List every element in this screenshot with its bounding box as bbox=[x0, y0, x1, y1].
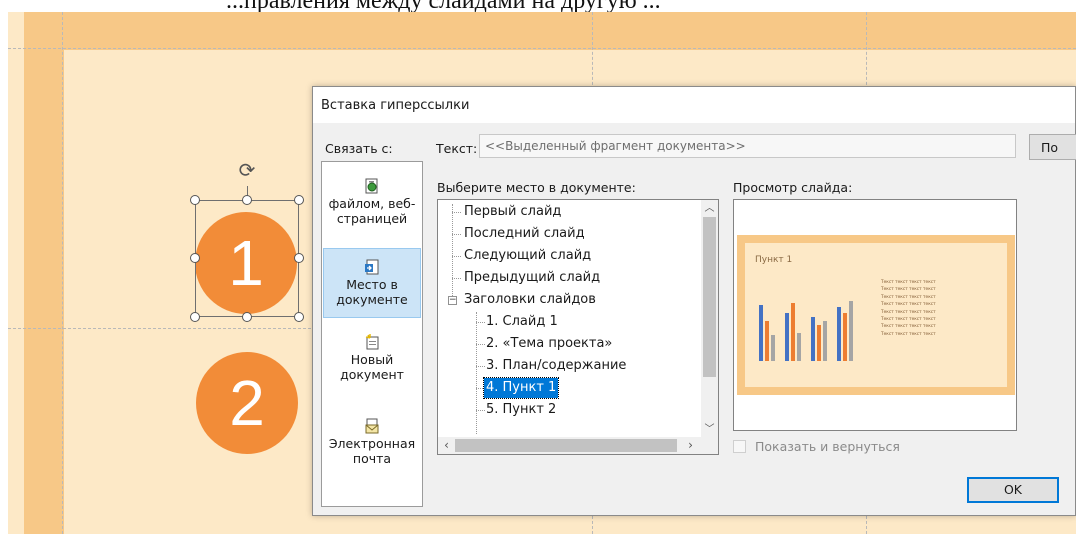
link-option-place-in-document[interactable]: Место в документе bbox=[323, 248, 421, 318]
link-option-email-label: Электронная почта bbox=[328, 436, 416, 466]
preview-slide-thumbnail: Пункт 1 Текст текст текст текст Текст те… bbox=[737, 235, 1015, 395]
link-option-email[interactable]: Электронная почта bbox=[323, 416, 421, 480]
preview-chart-bar bbox=[797, 333, 801, 361]
tree-item-slide-3[interactable]: 3. План/содержание bbox=[484, 356, 628, 376]
email-icon bbox=[365, 418, 379, 434]
dialog-title: Вставка гиперссылки bbox=[321, 98, 470, 113]
slide-preview-label: Просмотр слайда: bbox=[733, 180, 853, 195]
link-option-new-document[interactable]: Новый документ bbox=[323, 332, 421, 392]
insert-hyperlink-dialog: Вставка гиперссылки Связать с: Текст: <<… bbox=[312, 86, 1076, 516]
show-and-return-checkbox[interactable] bbox=[733, 440, 746, 453]
preview-chart-bar bbox=[849, 301, 853, 361]
preview-text-line: Текст текст текст текст bbox=[881, 302, 936, 308]
tree-item-slide-5[interactable]: 5. Пункт 2 bbox=[484, 400, 558, 420]
preview-text-line: Текст текст текст текст bbox=[881, 287, 936, 293]
resize-handle-ne[interactable] bbox=[294, 195, 304, 205]
tree-item-next-slide[interactable]: Следующий слайд bbox=[462, 246, 593, 266]
resize-handle-e[interactable] bbox=[294, 253, 304, 263]
preview-text-line: Текст текст текст текст bbox=[881, 324, 936, 330]
link-option-place-label: Место в документе bbox=[336, 277, 408, 307]
scroll-down-icon[interactable]: ﹀ bbox=[701, 421, 718, 438]
tree-connector bbox=[452, 234, 461, 235]
resize-handle-se[interactable] bbox=[294, 312, 304, 322]
tree-connector bbox=[452, 256, 461, 257]
preview-chart-bar bbox=[791, 303, 795, 361]
tree-connector bbox=[452, 204, 453, 304]
text-to-display-input[interactable]: <<Выделенный фрагмент документа>> bbox=[479, 134, 1016, 158]
preview-text-line: Текст текст текст текст bbox=[881, 280, 936, 285]
resize-handle-sw[interactable] bbox=[190, 312, 200, 322]
preview-text-line: Текст текст текст текст bbox=[881, 317, 936, 323]
scroll-up-icon[interactable]: ︿ bbox=[701, 200, 718, 217]
document-top-text: ...правления между слайдами на другую ..… bbox=[0, 0, 1076, 12]
tree-item-slide-1[interactable]: 1. Слайд 1 bbox=[484, 312, 560, 332]
preview-chart-bar bbox=[771, 335, 775, 361]
slide-left-edge bbox=[8, 12, 24, 534]
slide-top-band bbox=[8, 12, 1076, 50]
tree-item-last-slide[interactable]: Последний слайд bbox=[462, 224, 587, 244]
link-option-new-document-label: Новый документ bbox=[340, 352, 404, 382]
preview-text-line: Текст текст текст текст bbox=[881, 331, 936, 337]
tree-connector bbox=[452, 278, 461, 279]
web-file-icon bbox=[365, 178, 378, 194]
preview-chart-bar bbox=[785, 313, 789, 361]
tree-item-slide-4[interactable]: 4. Пункт 1 bbox=[482, 377, 560, 399]
tree-item-first-slide[interactable]: Первый слайд bbox=[462, 202, 563, 222]
scroll-right-icon[interactable]: › bbox=[682, 437, 699, 454]
preview-chart-bar bbox=[759, 305, 763, 361]
preview-slide-text: Текст текст текст текст Текст текст текс… bbox=[881, 279, 936, 338]
rotate-handle-icon[interactable]: ⟳ bbox=[236, 160, 258, 182]
tree-connector bbox=[476, 312, 477, 434]
slide-preview: Пункт 1 Текст текст текст текст Текст те… bbox=[733, 199, 1017, 431]
guide-vertical bbox=[62, 12, 63, 534]
link-type-panel: файлом, веб-страницей Место в документе … bbox=[321, 161, 423, 507]
preview-slide-title: Пункт 1 bbox=[755, 255, 793, 265]
slide-left-band bbox=[24, 12, 64, 534]
preview-chart-bar bbox=[811, 317, 815, 361]
link-with-label: Связать с: bbox=[325, 141, 393, 156]
resize-handle-w[interactable] bbox=[190, 253, 200, 263]
preview-text-line: Текст текст текст текст bbox=[881, 309, 936, 315]
preview-chart-bar bbox=[843, 313, 847, 361]
new-document-icon bbox=[365, 334, 379, 350]
scroll-left-icon[interactable]: ‹ bbox=[438, 437, 455, 454]
preview-chart bbox=[759, 299, 863, 361]
ok-button[interactable]: OK bbox=[967, 477, 1059, 503]
show-and-return-label: Показать и вернуться bbox=[755, 439, 900, 454]
horizontal-scroll-thumb[interactable] bbox=[455, 439, 677, 452]
link-option-web-file-label: файлом, веб-страницей bbox=[328, 196, 416, 226]
resize-handle-n[interactable] bbox=[242, 195, 252, 205]
preview-text-line: Текст текст текст текст bbox=[881, 294, 936, 300]
circle-shape-2[interactable]: 2 bbox=[196, 352, 298, 454]
tree-item-slide-titles[interactable]: Заголовки слайдов bbox=[462, 290, 598, 310]
tree-vertical-scrollbar[interactable]: ︿ ﹀ bbox=[701, 200, 718, 438]
document-places-tree[interactable]: Первый слайд Последний слайд Следующий с… bbox=[437, 199, 719, 455]
preview-chart-bar bbox=[817, 325, 821, 361]
tree-item-previous-slide[interactable]: Предыдущий слайд bbox=[462, 268, 602, 288]
dialog-titlebar[interactable]: Вставка гиперссылки bbox=[313, 87, 1075, 123]
preview-chart-bar bbox=[765, 321, 769, 361]
tree-horizontal-scrollbar[interactable]: ‹ › bbox=[438, 437, 718, 454]
guide-horizontal bbox=[8, 48, 1076, 49]
preview-chart-bar bbox=[837, 307, 841, 361]
tree-connector bbox=[452, 212, 461, 213]
preview-chart-bar bbox=[823, 321, 827, 361]
link-option-web-file[interactable]: файлом, веб-страницей bbox=[323, 176, 421, 236]
place-in-document-icon bbox=[365, 259, 379, 275]
tree-collapse-expander[interactable]: − bbox=[448, 296, 457, 305]
circle-2-label: 2 bbox=[229, 367, 265, 439]
selection-box bbox=[195, 200, 299, 317]
screen-tip-button[interactable]: По bbox=[1029, 134, 1076, 160]
select-place-label: Выберите место в документе: bbox=[437, 180, 636, 195]
preview-slide-body: Пункт 1 Текст текст текст текст Текст те… bbox=[745, 243, 1007, 387]
resize-handle-s[interactable] bbox=[242, 312, 252, 322]
text-label: Текст: bbox=[436, 141, 478, 156]
vertical-scroll-thumb[interactable] bbox=[703, 217, 716, 377]
resize-handle-nw[interactable] bbox=[190, 195, 200, 205]
tree-item-slide-2[interactable]: 2. «Тема проекта» bbox=[484, 334, 614, 354]
